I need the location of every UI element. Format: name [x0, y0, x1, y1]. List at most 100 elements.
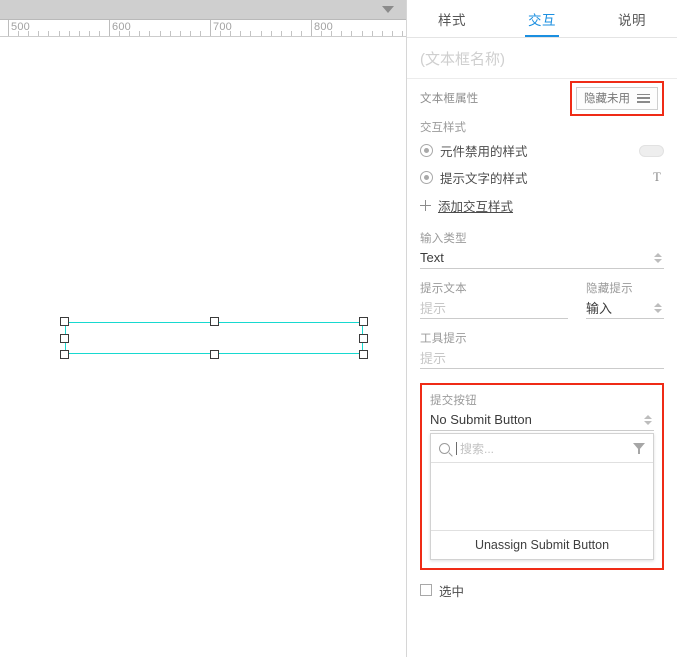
tooltip-placeholder: 提示 — [420, 351, 447, 366]
ruler-tick-minor — [119, 31, 120, 36]
submit-button-value: No Submit Button — [430, 412, 532, 427]
ruler-tick-minor — [38, 31, 39, 36]
text-style-icon[interactable]: T — [650, 170, 664, 185]
textbox-properties-title: 文本框属性 — [420, 93, 479, 105]
ruler-tick-minor — [69, 31, 70, 36]
submit-button-highlight: 提交按钮 No Submit Button 搜索... Unassign Sub… — [420, 383, 664, 570]
resize-handle-bottom-right[interactable] — [359, 350, 368, 359]
submit-button-select[interactable]: No Submit Button — [430, 409, 654, 431]
resize-handle-bottom-center[interactable] — [209, 350, 219, 359]
ruler-tick-minor — [28, 31, 29, 36]
input-type-label: 输入类型 — [420, 233, 467, 245]
ruler-tick-minor — [351, 31, 352, 36]
dropdown-search-input[interactable]: 搜索... — [431, 434, 653, 463]
input-type-select[interactable]: Text — [420, 247, 664, 269]
tab-notes[interactable]: 说明 — [587, 0, 677, 37]
ruler-tick-minor — [139, 31, 140, 36]
app-root: 5006007008009 样式 交互 说明 (文本框名称) — [0, 0, 677, 657]
style-label-hint-text: 提示文字的样式 — [440, 172, 528, 186]
ruler-tick-minor — [48, 31, 49, 36]
ruler-tick-minor — [341, 31, 342, 36]
tooltip-label: 工具提示 — [420, 333, 467, 345]
ruler-tick-minor — [362, 31, 363, 36]
ruler-tick-minor — [402, 31, 403, 36]
panel-body: 文本框属性 隐藏未用 交互样式 元件禁用的样式 提示文字的样式 T 添加交互样式… — [407, 80, 677, 601]
ruler-tick-minor — [250, 31, 251, 36]
ruler-tick-minor — [261, 31, 262, 36]
tab-interactions[interactable]: 交互 — [497, 0, 587, 37]
chevron-down-icon[interactable] — [382, 6, 394, 13]
style-row-disabled[interactable]: 元件禁用的样式 — [420, 137, 664, 164]
hint-text-input[interactable]: 提示 — [420, 297, 568, 319]
dropdown-options-list[interactable] — [431, 463, 653, 530]
add-interaction-style-row[interactable]: 添加交互样式 — [420, 191, 664, 219]
canvas-toolbar — [0, 0, 406, 20]
ruler-tick-minor — [89, 31, 90, 36]
hide-hint-select[interactable]: 输入 — [586, 297, 664, 319]
ruler-tick-minor — [220, 31, 221, 36]
tooltip-group: 工具提示 提示 — [420, 330, 664, 369]
ruler-tick-minor — [160, 31, 161, 36]
ruler-tick-minor — [180, 31, 181, 36]
unassign-submit-button[interactable]: Unassign Submit Button — [431, 530, 653, 559]
selected-checkbox-row[interactable]: 选中 — [420, 579, 664, 601]
hint-text-label: 提示文本 — [420, 283, 467, 295]
resize-handle-middle-right[interactable] — [359, 333, 368, 343]
ruler-tick-minor — [240, 31, 241, 36]
add-interaction-style-link[interactable]: 添加交互样式 — [438, 196, 513, 215]
hide-unused-button[interactable]: 隐藏未用 — [576, 86, 658, 110]
selected-checkbox-label: 选中 — [439, 584, 465, 599]
ruler-tick-major — [210, 20, 211, 36]
toggle-pill-disabled[interactable] — [639, 144, 664, 157]
submit-button-dropdown: 搜索... Unassign Submit Button — [430, 433, 654, 560]
text-caret — [456, 441, 457, 455]
canvas-area[interactable]: 5006007008009 — [0, 0, 407, 657]
canvas-surface[interactable] — [0, 38, 406, 657]
ruler-tick-minor — [281, 31, 282, 36]
ruler-tick-minor — [331, 31, 332, 36]
plus-icon — [420, 199, 431, 211]
ruler-tick-minor — [149, 31, 150, 36]
resize-handle-top-left[interactable] — [60, 317, 69, 326]
ruler-tick-major — [8, 20, 9, 36]
input-type-value: Text — [420, 250, 444, 265]
stepper-icon[interactable] — [654, 302, 664, 313]
hamburger-icon[interactable] — [637, 93, 650, 103]
horizontal-ruler[interactable]: 5006007008009 — [0, 20, 406, 37]
ruler-tick-minor — [18, 31, 19, 36]
widget-name-placeholder: (文本框名称) — [420, 50, 505, 68]
widget-name-input[interactable]: (文本框名称) — [407, 38, 677, 79]
property-panel: 样式 交互 说明 (文本框名称) 文本框属性 隐藏未用 交互样式 元件禁用的样式… — [407, 0, 677, 657]
hide-unused-highlight: 隐藏未用 — [570, 80, 664, 116]
selected-text-field[interactable] — [60, 317, 368, 359]
tab-style[interactable]: 样式 — [407, 0, 497, 37]
ruler-tick-minor — [200, 31, 201, 36]
panel-tabs: 样式 交互 说明 — [407, 0, 677, 38]
ruler-tick-minor — [372, 31, 373, 36]
ruler-tick-minor — [382, 31, 383, 36]
ruler-tick-minor — [99, 31, 100, 36]
target-icon — [420, 144, 433, 157]
selected-checkbox[interactable] — [420, 584, 432, 596]
hide-hint-group: 隐藏提示 输入 — [586, 280, 664, 319]
hide-hint-value: 输入 — [586, 301, 613, 316]
resize-handle-top-right[interactable] — [359, 317, 368, 326]
ruler-tick-minor — [170, 31, 171, 36]
funnel-icon[interactable] — [633, 442, 645, 454]
stepper-icon[interactable] — [644, 414, 654, 425]
target-icon — [420, 171, 433, 184]
hint-text-placeholder: 提示 — [420, 301, 447, 316]
resize-handle-bottom-left[interactable] — [60, 350, 69, 359]
ruler-tick-minor — [392, 31, 393, 36]
ruler-tick-minor — [79, 31, 80, 36]
resize-handle-top-center[interactable] — [209, 317, 219, 326]
hint-text-group: 提示文本 提示 — [420, 280, 568, 319]
ruler-tick-minor — [59, 31, 60, 36]
stepper-icon[interactable] — [654, 252, 664, 263]
ruler-tick-major — [109, 20, 110, 36]
tooltip-input[interactable]: 提示 — [420, 347, 664, 369]
resize-handle-middle-left[interactable] — [60, 333, 69, 343]
style-row-hint-text[interactable]: 提示文字的样式 T — [420, 164, 664, 191]
hide-unused-label: 隐藏未用 — [584, 93, 630, 105]
ruler-tick-minor — [301, 31, 302, 36]
